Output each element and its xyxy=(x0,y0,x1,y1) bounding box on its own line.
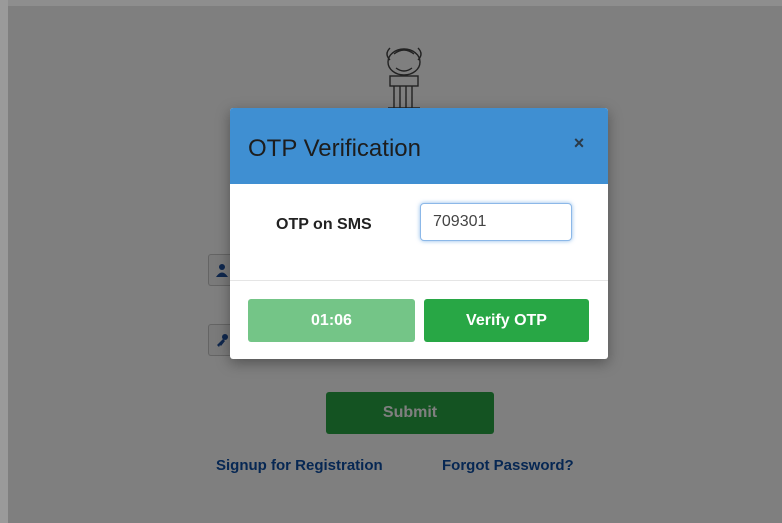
modal-body: OTP on SMS xyxy=(230,184,608,281)
modal-title: OTP Verification xyxy=(248,135,421,162)
verify-otp-button[interactable]: Verify OTP xyxy=(424,299,589,342)
modal-header: OTP Verification × xyxy=(230,108,608,184)
otp-label: OTP on SMS xyxy=(276,216,372,233)
otp-verification-modal: OTP Verification × OTP on SMS 01:06 Veri… xyxy=(230,108,608,359)
close-icon[interactable]: × xyxy=(570,134,588,152)
left-border xyxy=(0,0,8,523)
top-border xyxy=(0,0,782,6)
otp-input[interactable] xyxy=(420,203,572,241)
resend-timer-button[interactable]: 01:06 xyxy=(248,299,415,342)
